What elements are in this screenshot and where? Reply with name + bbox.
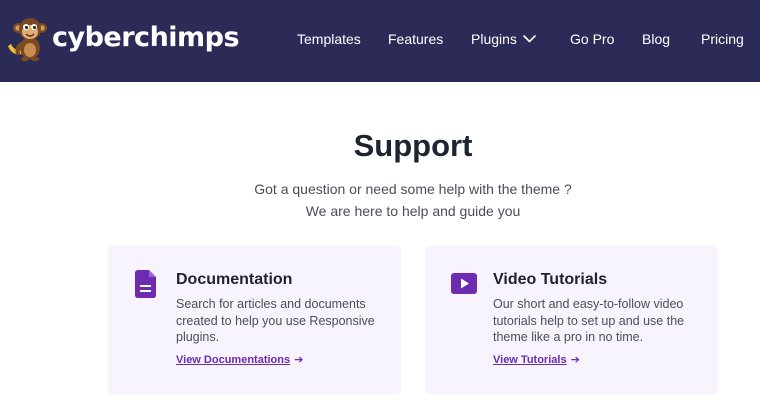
documentation-card-description: Search for articles and documents create… (176, 297, 375, 344)
site-header: cyberchimps Templates Features Plugins G… (0, 0, 760, 82)
nav-item-pricing[interactable]: Pricing (701, 30, 744, 48)
play-icon (451, 273, 477, 294)
arrow-right-icon: ➔ (570, 354, 580, 366)
video-tutorials-card: Video Tutorials Our short and easy-to-fo… (425, 246, 718, 394)
hero-subtitle-line-1: Got a question or need some help with th… (254, 181, 572, 197)
main-nav: Templates Features Plugins Go Pro Blog P… (0, 30, 760, 50)
view-documentations-link-label: View Documentations (176, 354, 291, 366)
video-tutorials-card-description: Our short and easy-to-follow video tutor… (493, 297, 685, 344)
view-documentations-link[interactable]: View Documentations ➔ (176, 353, 303, 366)
document-icon (135, 270, 156, 298)
documentation-card: Documentation Search for articles and do… (108, 246, 401, 394)
video-tutorials-card-title: Video Tutorials (493, 271, 608, 288)
arrow-right-icon: ➔ (294, 354, 304, 366)
nav-item-features[interactable]: Features (388, 30, 443, 48)
nav-item-blog[interactable]: Blog (642, 30, 670, 48)
chevron-down-icon (523, 34, 536, 43)
nav-item-templates[interactable]: Templates (297, 30, 361, 48)
page-title: Support (353, 128, 473, 163)
nav-item-go-pro[interactable]: Go Pro (570, 30, 614, 48)
view-tutorials-link[interactable]: View Tutorials ➔ (493, 353, 580, 366)
view-tutorials-link-label: View Tutorials (493, 354, 567, 366)
documentation-card-title: Documentation (176, 271, 293, 288)
nav-item-plugins-label: Plugins (471, 31, 517, 47)
hero-subtitle-line-2: We are here to help and guide you (305, 203, 521, 219)
nav-item-plugins[interactable]: Plugins (471, 30, 536, 48)
